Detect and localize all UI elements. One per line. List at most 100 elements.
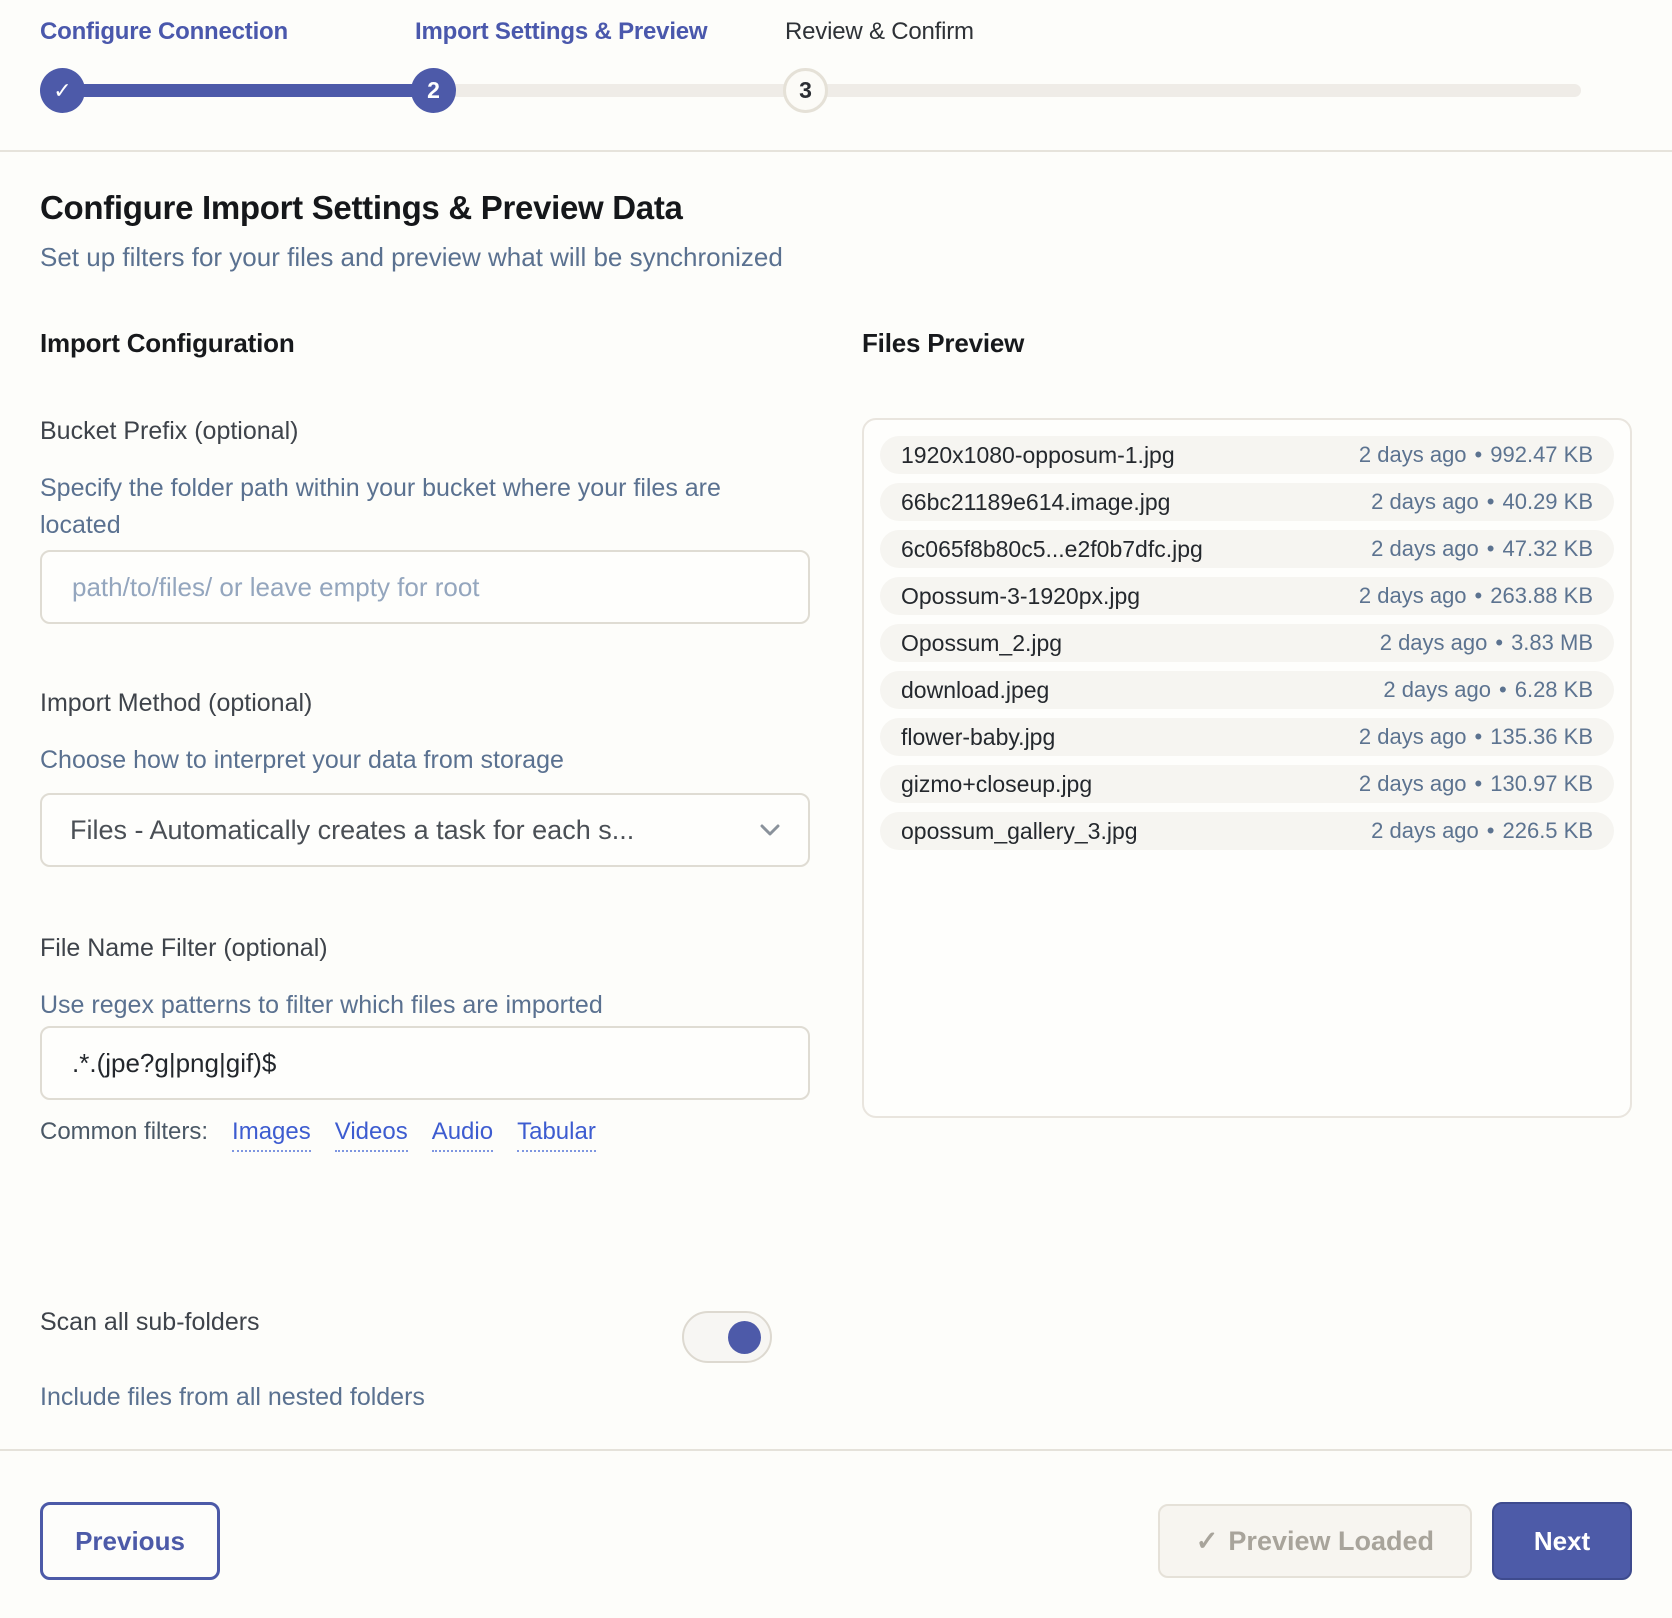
- file-size: 226.5 KB: [1502, 818, 1593, 843]
- file-size: 3.83 MB: [1511, 630, 1593, 655]
- common-filters-row: Common filters: Images Videos Audio Tabu…: [40, 1116, 810, 1152]
- import-method-field-group: Import Method (optional) Choose how to i…: [40, 688, 810, 867]
- file-age: 2 days ago: [1371, 818, 1479, 843]
- bucket-prefix-field-group: Bucket Prefix (optional) Specify the fol…: [40, 416, 810, 624]
- import-method-select[interactable]: Files - Automatically creates a task for…: [40, 793, 810, 867]
- file-row: gizmo+closeup.jpg 2 days ago • 130.97 KB: [880, 765, 1614, 803]
- file-age: 2 days ago: [1371, 536, 1479, 561]
- file-size: 40.29 KB: [1502, 489, 1593, 514]
- file-row: Opossum-3-1920px.jpg 2 days ago • 263.88 KB: [880, 577, 1614, 615]
- file-age: 2 days ago: [1380, 630, 1488, 655]
- filter-link-videos[interactable]: Videos: [335, 1116, 408, 1152]
- meta-separator: •: [1487, 489, 1495, 514]
- file-name-filter-input[interactable]: [40, 1026, 810, 1100]
- file-size: 6.28 KB: [1515, 677, 1593, 702]
- scan-subfolders-description: Include files from all nested folders: [40, 1379, 425, 1416]
- file-name-filter-label: File Name Filter (optional): [40, 933, 810, 963]
- file-row: flower-baby.jpg 2 days ago • 135.36 KB: [880, 718, 1614, 756]
- file-size: 47.32 KB: [1502, 536, 1593, 561]
- next-button[interactable]: Next: [1492, 1502, 1632, 1580]
- import-method-description: Choose how to interpret your data from s…: [40, 742, 750, 779]
- step-label-configure-connection[interactable]: Configure Connection: [40, 18, 288, 46]
- file-meta: 2 days ago • 3.83 MB: [1380, 630, 1593, 656]
- file-size: 263.88 KB: [1490, 583, 1593, 608]
- stepper-track-progress: [62, 84, 433, 97]
- file-name: Opossum_2.jpg: [901, 630, 1062, 657]
- file-age: 2 days ago: [1371, 489, 1479, 514]
- file-name: 66bc21189e614.image.jpg: [901, 489, 1170, 516]
- file-row: download.jpeg 2 days ago • 6.28 KB: [880, 671, 1614, 709]
- file-name-filter-field-group: File Name Filter (optional) Use regex pa…: [40, 933, 810, 1152]
- chevron-down-icon: [760, 824, 780, 836]
- file-name-filter-description: Use regex patterns to filter which files…: [40, 987, 750, 1024]
- files-preview-list: 1920x1080-opposum-1.jpg2 days ago•992.47…: [862, 418, 1632, 1118]
- previous-button[interactable]: Previous: [40, 1502, 220, 1580]
- file-size: 135.36 KB: [1490, 724, 1593, 749]
- file-name: download.jpeg: [901, 677, 1049, 704]
- page-subtitle: Set up filters for your files and previe…: [40, 240, 1632, 274]
- file-meta: 2 days ago • 135.36 KB: [1359, 724, 1593, 750]
- file-name: 6c065f8b80c5...e2f0b7dfc.jpg: [901, 536, 1203, 563]
- file-size: 992.47 KB: [1490, 442, 1593, 467]
- checkmark-icon: ✓: [53, 78, 71, 104]
- filter-link-audio[interactable]: Audio: [432, 1116, 493, 1152]
- meta-separator: •: [1487, 818, 1495, 843]
- filter-link-images[interactable]: Images: [232, 1116, 311, 1152]
- step-number: 3: [799, 77, 812, 104]
- scan-subfolders-label: Scan all sub-folders: [40, 1307, 425, 1337]
- file-row: Opossum_2.jpg 2 days ago • 3.83 MB: [880, 624, 1614, 662]
- file-meta: 2 days ago • 263.88 KB: [1359, 583, 1593, 609]
- check-icon: ✓: [1196, 1526, 1219, 1556]
- bucket-prefix-description: Specify the folder path within your buck…: [40, 470, 750, 544]
- meta-separator: •: [1475, 583, 1483, 608]
- import-method-label: Import Method (optional): [40, 688, 810, 718]
- bucket-prefix-label: Bucket Prefix (optional): [40, 416, 810, 446]
- meta-separator: •: [1475, 771, 1483, 796]
- step-label-review-confirm: Review & Confirm: [785, 18, 974, 46]
- import-method-selected-value: Files - Automatically creates a task for…: [70, 815, 634, 846]
- filter-link-tabular[interactable]: Tabular: [517, 1116, 596, 1152]
- import-configuration-section: Import Configuration Bucket Prefix (opti…: [40, 326, 810, 1416]
- meta-separator: •: [1475, 724, 1483, 749]
- scan-subfolders-toggle[interactable]: [682, 1311, 772, 1363]
- page-title: Configure Import Settings & Preview Data: [40, 188, 1632, 228]
- file-row: 6c065f8b80c5...e2f0b7dfc.jpg 2 days ago•4…: [880, 530, 1614, 568]
- meta-separator: •: [1499, 677, 1507, 702]
- files-preview-heading: Files Preview: [862, 326, 1632, 360]
- file-meta: 2 days ago • 6.28 KB: [1383, 677, 1593, 703]
- file-age: 2 days ago: [1359, 724, 1467, 749]
- wizard-footer: Previous ✓ Preview Loaded Next: [0, 1449, 1672, 1580]
- file-name: 1920x1080-opposum-1.jpg: [901, 442, 1175, 469]
- file-row: 1920x1080-opposum-1.jpg 2 days ago • 992.47…: [880, 436, 1614, 474]
- file-name: gizmo+closeup.jpg: [901, 771, 1092, 798]
- file-age: 2 days ago: [1359, 771, 1467, 796]
- file-age: 2 days ago: [1359, 583, 1467, 608]
- file-name: opossum_gallery_3.jpg: [901, 818, 1138, 845]
- import-configuration-heading: Import Configuration: [40, 326, 810, 360]
- file-age: 2 days ago: [1383, 677, 1491, 702]
- meta-separator: •: [1495, 630, 1503, 655]
- wizard-stepper: Configure Connection Import Settings & P…: [0, 0, 1672, 152]
- file-meta: 2 days ago•47.32 KB: [1371, 536, 1593, 562]
- preview-loaded-label: Preview Loaded: [1228, 1526, 1434, 1556]
- files-preview-section: Files Preview 1920x1080-opposum-1.jpg 2 d…: [862, 326, 1632, 1416]
- file-row: opossum_gallery_3.jpg 2 days ago • 226.5 KB: [880, 812, 1614, 850]
- step-circle-2-active[interactable]: 2: [411, 68, 456, 113]
- step-label-import-settings[interactable]: Import Settings & Preview: [415, 18, 707, 46]
- toggle-knob: [728, 1321, 761, 1354]
- file-size: 130.97 KB: [1490, 771, 1593, 796]
- meta-separator: •: [1475, 442, 1483, 467]
- file-meta: 2 days ago • 226.5 KB: [1371, 818, 1593, 844]
- preview-loaded-button: ✓ Preview Loaded: [1158, 1504, 1472, 1578]
- file-name: Opossum-3-1920px.jpg: [901, 583, 1140, 610]
- file-meta: 2 days ago • 992.47 KB: [1359, 442, 1593, 468]
- scan-subfolders-row: Scan all sub-folders Include files from …: [40, 1307, 810, 1416]
- step-circle-1-completed[interactable]: ✓: [40, 68, 85, 113]
- file-name: flower-baby.jpg: [901, 724, 1055, 751]
- step-number: 2: [427, 77, 440, 104]
- file-meta: 2 days ago • 130.97 KB: [1359, 771, 1593, 797]
- file-age: 2 days ago: [1359, 442, 1467, 467]
- bucket-prefix-input[interactable]: [40, 550, 810, 624]
- common-filters-label: Common filters:: [40, 1116, 208, 1148]
- step-circle-3-upcoming: 3: [783, 68, 828, 113]
